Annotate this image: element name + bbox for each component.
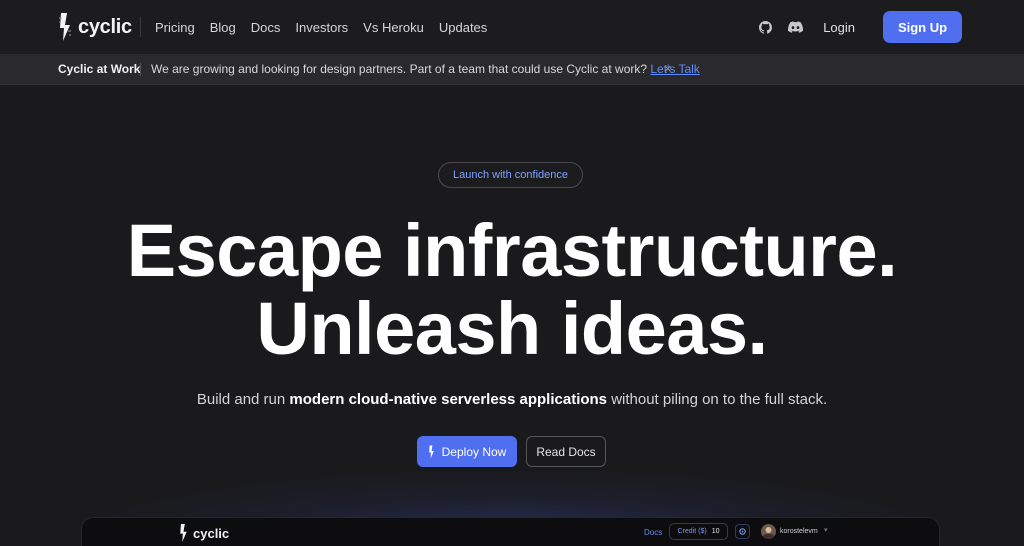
hero-subtitle: Build and run modern cloud-native server… <box>0 391 1024 408</box>
lets-talk-link[interactable]: Let's Talk <box>650 62 699 76</box>
cta-row: Deploy Now Read Docs <box>417 436 606 467</box>
banner-title: Cyclic at Work <box>58 62 141 76</box>
announcement-banner: Cyclic at Work We are growing and lookin… <box>0 54 1024 85</box>
credit-value: 10 <box>711 528 720 535</box>
preview-logo: cyclic <box>179 523 229 543</box>
credit-label: Credit ($) <box>677 528 707 535</box>
discord-icon[interactable] <box>787 19 803 35</box>
banner-text: We are growing and looking for design pa… <box>151 62 651 76</box>
avatar[interactable] <box>761 524 776 539</box>
nav-link-blog[interactable]: Blog <box>210 20 236 35</box>
github-icon[interactable] <box>757 19 773 35</box>
username[interactable]: korostelevm <box>780 528 818 535</box>
read-docs-button[interactable]: Read Docs <box>526 436 606 467</box>
nav-link-pricing[interactable]: Pricing <box>155 20 195 35</box>
subtitle-post: without piling on to the full stack. <box>607 391 828 408</box>
preview-docs-link[interactable]: Docs <box>644 528 662 537</box>
nav-right: Login Sign Up <box>757 0 962 54</box>
credit-badge: Credit ($) 10 <box>669 523 728 540</box>
preview-brand: cyclic <box>193 525 230 541</box>
cyclic-logo-icon <box>59 13 71 41</box>
nav-divider <box>140 17 141 37</box>
sign-up-button[interactable]: Sign Up <box>883 11 962 43</box>
hero-headline: Escape infrastructure. Unleash ideas. <box>0 212 1024 368</box>
nav-link-docs[interactable]: Docs <box>251 20 281 35</box>
nav-link-investors[interactable]: Investors <box>295 20 348 35</box>
deploy-now-button[interactable]: Deploy Now <box>417 436 517 467</box>
headline-line-1: Escape infrastructure. <box>126 209 898 292</box>
nav-link-vs-heroku[interactable]: Vs Heroku <box>363 20 424 35</box>
brand-logo[interactable]: cyclic <box>58 11 132 43</box>
brand-name: cyclic <box>78 15 132 38</box>
top-nav: cyclic Pricing Blog Docs Investors Vs He… <box>0 0 1024 54</box>
banner-message: We are growing and looking for design pa… <box>151 62 700 76</box>
deploy-now-label: Deploy Now <box>441 444 507 459</box>
close-icon[interactable]: × <box>664 62 672 76</box>
nav-links: Pricing Blog Docs Investors Vs Heroku Up… <box>155 0 487 54</box>
chevron-down-icon[interactable]: ▾ <box>824 526 828 534</box>
nav-link-updates[interactable]: Updates <box>439 20 487 35</box>
settings-icon[interactable] <box>735 524 750 539</box>
cyclic-logo-icon <box>180 524 187 542</box>
banner-divider <box>140 63 141 76</box>
launch-badge: Launch with confidence <box>438 162 583 188</box>
login-link[interactable]: Login <box>823 20 855 35</box>
dashboard-preview: cyclic Docs Credit ($) 10 korostelevm ▾ <box>81 517 940 546</box>
cyclic-logo-icon <box>428 444 434 459</box>
subtitle-bold: modern cloud-native serverless applicati… <box>289 391 608 408</box>
headline-line-2: Unleash ideas. <box>256 287 768 370</box>
subtitle-pre: Build and run <box>196 391 290 408</box>
